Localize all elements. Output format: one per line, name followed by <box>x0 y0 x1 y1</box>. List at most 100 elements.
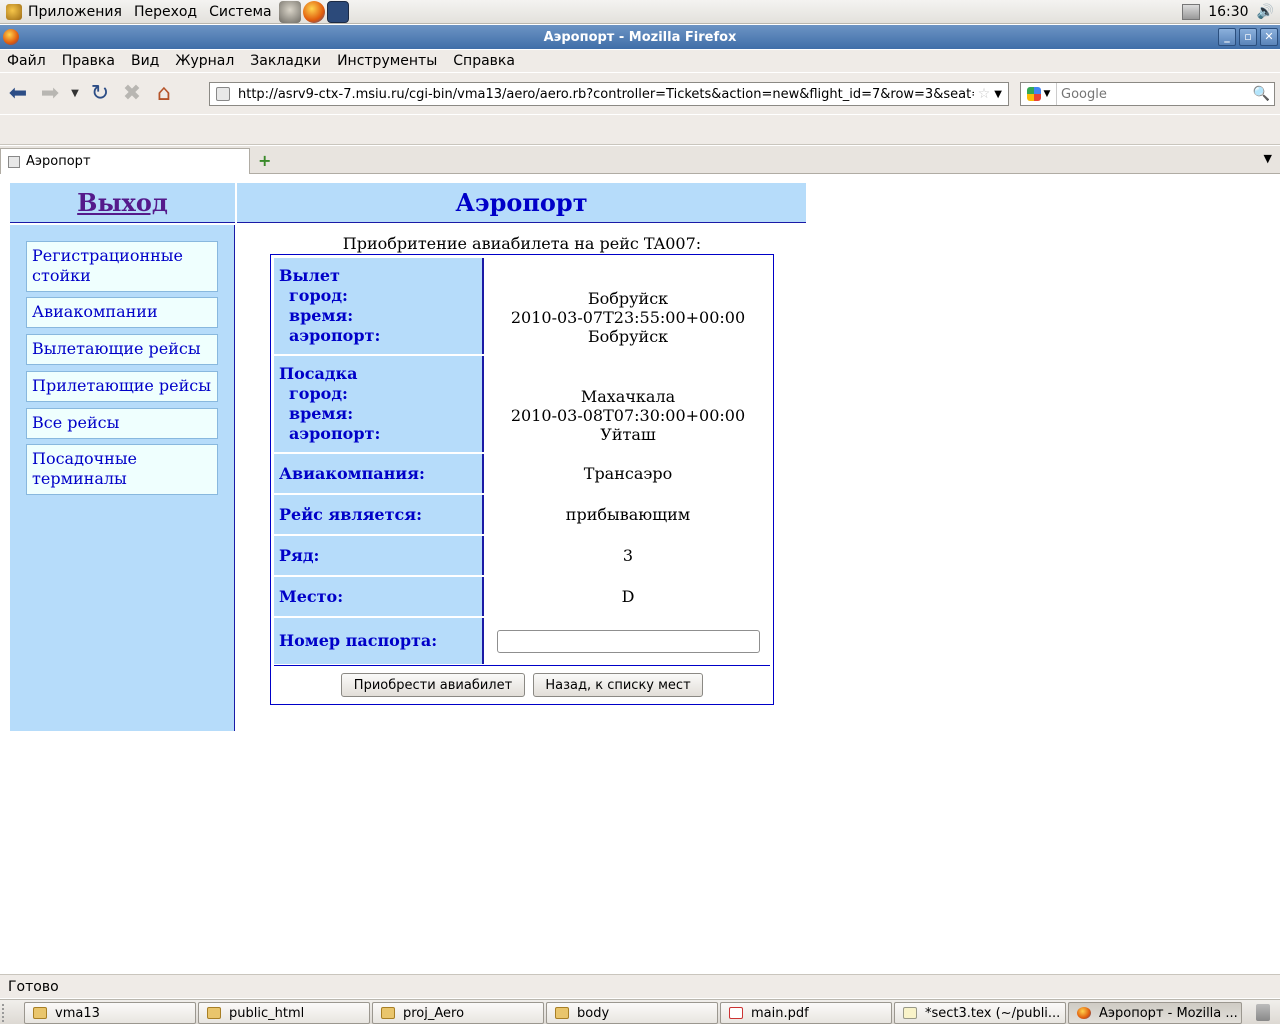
sidebar-item-checkin-desks[interactable]: Регистрационные стойки <box>26 241 218 292</box>
trash-icon[interactable] <box>1256 1004 1270 1021</box>
menu-bookmarks[interactable]: Закладки <box>242 53 329 69</box>
network-monitor-icon[interactable] <box>1182 3 1201 20</box>
airline-label: Авиакомпания: <box>274 454 484 493</box>
volume-icon[interactable]: 🔊 <box>1257 4 1274 20</box>
sidebar-item-boarding-terminals[interactable]: Посадочные терминалы <box>26 444 218 495</box>
home-icon[interactable]: ⌂ <box>150 80 178 108</box>
departure-time: 2010-03-07T23:55:00+00:00 <box>510 308 746 327</box>
menu-tools[interactable]: Инструменты <box>329 53 445 69</box>
tab-label: Аэропорт <box>26 154 91 169</box>
navigation-toolbar: ⬅ ➡ ▼ ↻ ✖ ⌂ http://asrv9-ctx-7.msiu.ru/c… <box>0 73 1280 114</box>
airline-row: Авиакомпания: Трансаэро <box>274 454 770 495</box>
places-menu-label: Переход <box>133 3 198 20</box>
menu-edit[interactable]: Правка <box>54 53 123 69</box>
flight-kind-row: Рейс является: прибывающим <box>274 495 770 536</box>
places-menu[interactable]: Переход <box>128 0 203 24</box>
task-vma13[interactable]: vma13 <box>24 1002 196 1024</box>
sidebar-item-arriving-flights[interactable]: Прилетающие рейсы <box>26 371 218 402</box>
url-dropdown-icon[interactable]: ▼ <box>994 89 1002 100</box>
tab-strip: Аэропорт + ▼ <box>0 146 1280 174</box>
task-label: vma13 <box>55 1005 100 1021</box>
search-input[interactable] <box>1057 85 1253 103</box>
menu-file[interactable]: Файл <box>0 53 54 69</box>
terminal-launcher-icon[interactable] <box>326 0 349 23</box>
departure-city-label: город: <box>289 286 348 305</box>
page-content: Выход Аэропорт Регистрационные стойки Ав… <box>0 175 1280 973</box>
sidebar-item-airlines[interactable]: Авиакомпании <box>26 297 218 328</box>
minimize-button[interactable]: _ <box>1218 28 1236 46</box>
passport-row: Номер паспорта: <box>274 618 770 664</box>
url-text[interactable]: http://asrv9-ctx-7.msiu.ru/cgi-bin/vma13… <box>238 87 974 102</box>
firefox-launcher-icon[interactable] <box>302 0 325 23</box>
search-engine-selector[interactable]: ▼ <box>1021 83 1057 105</box>
flight-kind-label: Рейс является: <box>274 495 484 534</box>
maximize-button[interactable]: ▫ <box>1239 28 1257 46</box>
seat-row: Место: D <box>274 577 770 618</box>
search-icon[interactable]: 🔍 <box>1253 86 1270 102</box>
tab-aeroport[interactable]: Аэропорт <box>0 148 250 174</box>
departure-heading: Вылет <box>279 266 340 285</box>
menu-help[interactable]: Справка <box>445 53 523 69</box>
menu-history[interactable]: Журнал <box>167 53 242 69</box>
task-proj-aero[interactable]: proj_Aero <box>372 1002 544 1024</box>
logout-link[interactable]: Выход <box>77 188 168 217</box>
task-body[interactable]: body <box>546 1002 718 1024</box>
firefox-window-icon[interactable] <box>3 29 19 45</box>
close-window-button[interactable]: ✕ <box>1260 28 1278 46</box>
stop-icon[interactable]: ✖ <box>118 80 146 108</box>
sidebar: Регистрационные стойки Авиакомпании Выле… <box>10 225 235 731</box>
applications-menu[interactable]: Приложения <box>0 0 128 24</box>
departure-city: Бобруйск <box>587 289 669 308</box>
clock[interactable]: 16:30 <box>1208 4 1248 20</box>
departure-row: Вылет город: время: аэропорт: Бобруйск 2… <box>274 258 770 356</box>
departure-airport: Бобруйск <box>587 327 669 346</box>
site-header-cell: Аэропорт <box>237 183 806 223</box>
system-menu[interactable]: Система <box>203 0 277 24</box>
bottom-taskbar: vma13 public_html proj_Aero body main.pd… <box>0 999 1280 1024</box>
seat-row-row: Ряд: 3 <box>274 536 770 577</box>
new-tab-plus-icon[interactable]: + <box>258 151 271 170</box>
gimp-launcher-icon[interactable] <box>278 0 301 23</box>
task-main-pdf[interactable]: main.pdf <box>720 1002 892 1024</box>
seat-row-label: Ряд: <box>274 536 484 575</box>
arrival-heading: Посадка <box>279 364 358 383</box>
arrival-time-label: время: <box>289 404 354 423</box>
flight-kind-value: прибывающим <box>565 505 691 524</box>
forward-arrow-icon[interactable]: ➡ <box>36 80 64 108</box>
firefox-icon <box>1077 1007 1091 1019</box>
task-sect3-tex[interactable]: *sect3.tex (~/publi... <box>894 1002 1066 1024</box>
applications-menu-label: Приложения <box>28 3 122 20</box>
search-bar[interactable]: ▼ 🔍 <box>1020 82 1275 106</box>
tab-list-chevron-down-icon[interactable]: ▼ <box>1264 152 1272 165</box>
reload-icon[interactable]: ↻ <box>86 80 114 108</box>
task-label: main.pdf <box>751 1005 809 1021</box>
history-dropdown-icon[interactable]: ▼ <box>68 80 82 108</box>
site-title: Аэропорт <box>455 188 588 217</box>
text-editor-icon <box>903 1007 917 1019</box>
taskbar-handle[interactable] <box>2 1004 8 1022</box>
sidebar-item-all-flights[interactable]: Все рейсы <box>26 408 218 439</box>
bookmarks-toolbar <box>0 115 1280 145</box>
task-public-html[interactable]: public_html <box>198 1002 370 1024</box>
buy-ticket-button[interactable]: Приобрести авиабилет <box>341 673 525 697</box>
sidebar-item-departing-flights[interactable]: Вылетающие рейсы <box>26 334 218 365</box>
arrival-airport-label: аэропорт: <box>289 424 381 443</box>
site-identity-icon[interactable] <box>216 87 230 101</box>
menu-view[interactable]: Вид <box>123 53 167 69</box>
arrival-row: Посадка город: время: аэропорт: Махачкал… <box>274 356 770 454</box>
folder-icon <box>207 1007 221 1019</box>
seat-row-value: 3 <box>622 546 634 565</box>
task-label: public_html <box>229 1005 305 1021</box>
task-firefox-aeroport[interactable]: Аэропорт - Mozilla ... <box>1068 1002 1242 1024</box>
url-bar[interactable]: http://asrv9-ctx-7.msiu.ru/cgi-bin/vma13… <box>209 82 1009 106</box>
back-arrow-icon[interactable]: ⬅ <box>4 80 32 108</box>
status-bar: Готово <box>0 974 1280 998</box>
back-to-seats-button[interactable]: Назад, к списку мест <box>533 673 703 697</box>
bookmark-star-icon[interactable]: ☆ <box>978 86 991 102</box>
arrival-city-label: город: <box>289 384 348 403</box>
gnome-top-panel: Приложения Переход Система 16:30 🔊 <box>0 0 1280 24</box>
folder-icon <box>381 1007 395 1019</box>
window-titlebar[interactable]: Аэропорт - Mozilla Firefox _ ▫ ✕ <box>0 25 1280 49</box>
passport-number-input[interactable] <box>496 629 760 653</box>
task-label: *sect3.tex (~/publi... <box>925 1005 1061 1021</box>
